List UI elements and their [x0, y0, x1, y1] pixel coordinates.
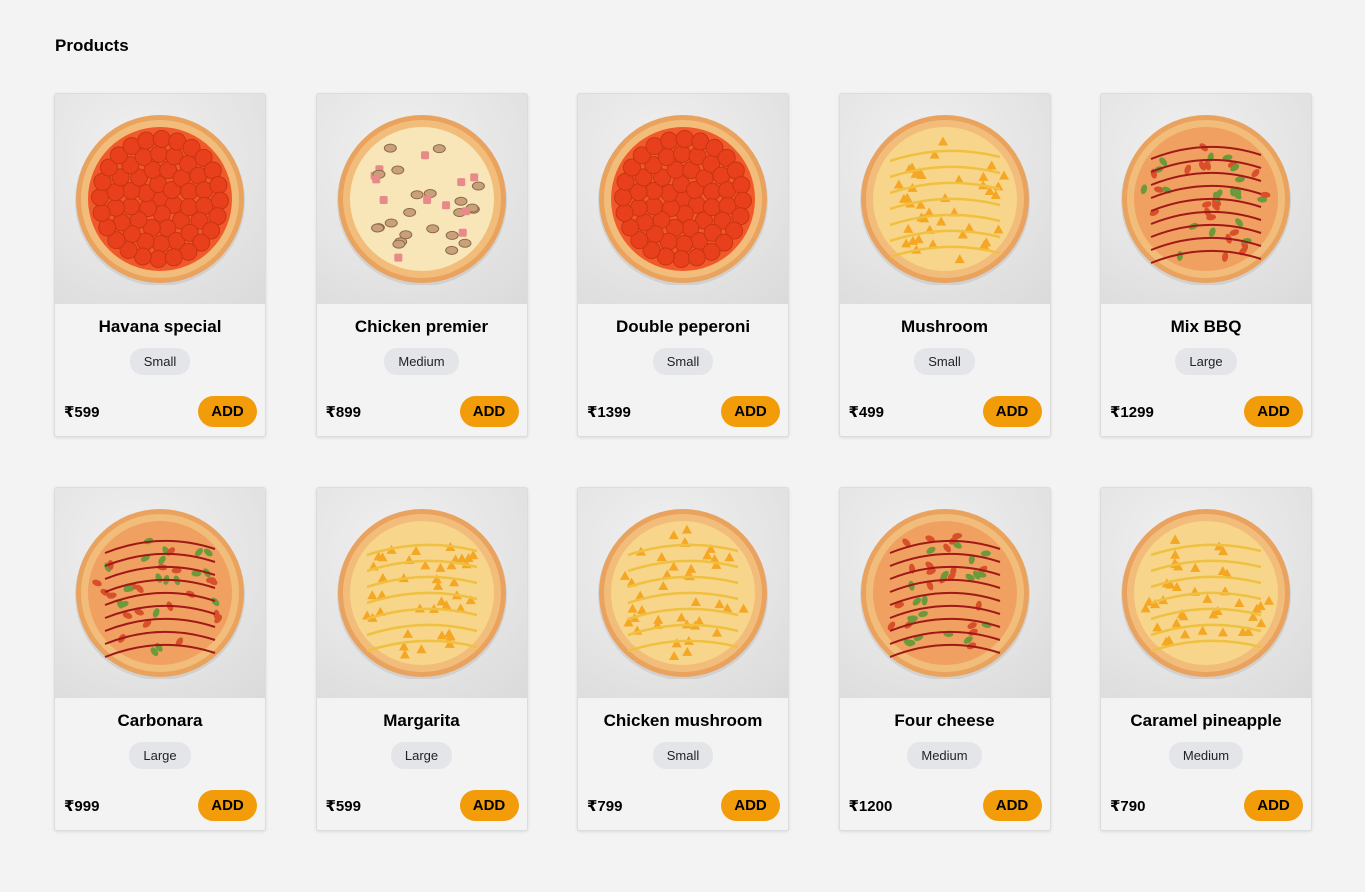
product-card: Mix BBQ Large ₹1299 ADD: [1100, 93, 1312, 437]
product-name: Mix BBQ: [1170, 317, 1242, 336]
add-button[interactable]: ADD: [721, 396, 780, 427]
product-image: [1101, 488, 1311, 698]
product-name: Margarita: [383, 711, 460, 730]
product-card: Havana special Small ₹599 ADD: [54, 93, 266, 437]
product-name: Four cheese: [894, 711, 995, 730]
page-title: Products: [55, 36, 129, 55]
add-button[interactable]: ADD: [459, 396, 519, 427]
product-name: Carbonara: [117, 711, 203, 730]
add-button[interactable]: ADD: [982, 790, 1042, 821]
size-badge: Large: [390, 742, 453, 769]
product-image: [316, 94, 527, 304]
add-button[interactable]: ADD: [198, 790, 257, 821]
add-button[interactable]: ADD: [982, 396, 1042, 427]
product-name: Mushroom: [901, 317, 988, 336]
product-image: [55, 488, 265, 698]
product-price: ₹1299: [1110, 403, 1154, 421]
product-image: [578, 488, 788, 698]
pizza-image: [598, 509, 768, 679]
product-price: ₹799: [587, 797, 623, 815]
product-card: Carbonara Large ₹999 ADD: [54, 487, 266, 831]
product-name: Double peperoni: [615, 317, 751, 336]
add-button[interactable]: ADD: [1244, 396, 1303, 427]
pizza-image: [859, 509, 1030, 679]
size-badge: Medium: [1168, 742, 1244, 769]
product-card: Four cheese Medium ₹1200 ADD: [838, 487, 1051, 831]
pizza-image: [859, 115, 1030, 285]
product-price: ₹1399: [587, 403, 631, 421]
product-card: Caramel pineapple Medium ₹790 ADD: [1100, 487, 1312, 831]
pizza-image: [75, 115, 245, 285]
pizza-image: [1121, 115, 1291, 285]
product-image: [578, 94, 788, 304]
product-name: Chicken mushroom: [603, 711, 763, 730]
product-price: ₹999: [64, 797, 100, 815]
product-image: [316, 488, 527, 698]
pizza-image: [598, 115, 768, 285]
size-badge: Small: [914, 348, 975, 375]
size-badge: Small: [652, 742, 714, 769]
size-badge: Medium: [384, 348, 459, 375]
product-card: Chicken mushroom Small ₹799 ADD: [577, 487, 789, 831]
add-button[interactable]: ADD: [459, 790, 519, 821]
pizza-image: [336, 509, 507, 679]
product-card: Margarita Large ₹599 ADD: [315, 487, 528, 831]
add-button[interactable]: ADD: [198, 396, 257, 427]
product-price: ₹899: [325, 403, 361, 421]
size-badge: Large: [129, 742, 191, 769]
product-image: [839, 488, 1050, 698]
size-badge: Large: [1175, 348, 1237, 375]
add-button[interactable]: ADD: [721, 790, 780, 821]
product-price: ₹1200: [848, 797, 893, 815]
add-button[interactable]: ADD: [1244, 790, 1303, 821]
product-card: Double peperoni Small ₹1399 ADD: [577, 93, 789, 437]
product-name: Chicken premier: [354, 317, 489, 336]
product-price: ₹499: [848, 403, 884, 421]
size-badge: Small: [652, 348, 714, 375]
product-price: ₹599: [325, 797, 361, 815]
product-price: ₹599: [64, 403, 100, 421]
pizza-image: [336, 115, 507, 285]
product-image: [839, 94, 1050, 304]
size-badge: Medium: [907, 742, 982, 769]
product-image: [55, 94, 265, 304]
product-price: ₹790: [1110, 797, 1146, 815]
product-name: Havana special: [98, 317, 222, 336]
product-card: Chicken premier Medium ₹899 ADD: [315, 93, 528, 437]
product-image: [1101, 94, 1311, 304]
product-name: Caramel pineapple: [1130, 711, 1282, 730]
product-card: Mushroom Small ₹499 ADD: [838, 93, 1051, 437]
product-grid: Havana special Small ₹599 ADD Chicken pr…: [54, 93, 1312, 831]
pizza-image: [75, 509, 245, 679]
pizza-image: [1121, 509, 1291, 679]
size-badge: Small: [129, 348, 191, 375]
